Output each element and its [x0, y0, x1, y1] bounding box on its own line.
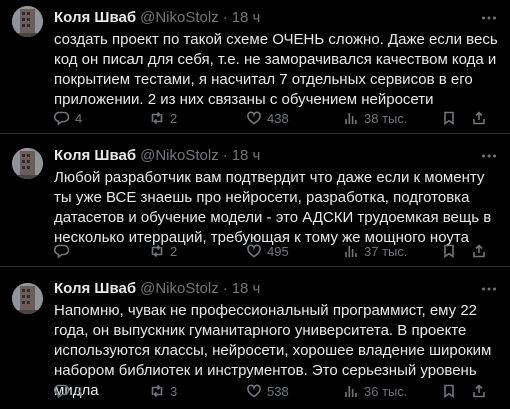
tweet-actions: 4 2 438 38 тыс. — [54, 108, 498, 128]
bookmark-icon — [444, 111, 454, 126]
views-icon — [345, 113, 357, 124]
avatar[interactable] — [12, 6, 43, 37]
bookmark-button[interactable] — [441, 108, 457, 128]
like-count: 438 — [267, 110, 289, 126]
reply-button[interactable]: 4 — [54, 108, 149, 128]
tweet-2[interactable]: Коля Шваб @NikoStolz · 18 ч Любой разраб… — [0, 134, 510, 267]
retweet-button[interactable]: 2 — [149, 241, 246, 261]
tweet-header: Коля Шваб @NikoStolz · 18 ч — [54, 146, 498, 166]
reply-count: 4 — [75, 110, 83, 126]
author-handle[interactable]: @NikoStolz — [140, 146, 219, 166]
separator-dot: · — [222, 9, 228, 26]
retweet-icon — [151, 111, 163, 125]
reply-icon — [54, 384, 70, 399]
reply-icon — [54, 111, 70, 126]
share-button[interactable] — [471, 108, 487, 128]
reply-icon — [54, 244, 70, 259]
retweet-icon — [151, 384, 163, 398]
share-button[interactable] — [471, 381, 487, 401]
like-icon — [247, 244, 261, 258]
timestamp[interactable]: 18 ч — [232, 8, 261, 28]
like-icon — [247, 111, 261, 125]
tweet-header: Коля Шваб @NikoStolz · 18 ч — [54, 8, 498, 28]
share-icon — [473, 384, 485, 398]
share-icon — [473, 111, 485, 125]
views-button[interactable]: 38 тыс. — [343, 108, 441, 128]
tweet-1[interactable]: Коля Шваб @NikoStolz · 18 ч создать прое… — [0, 0, 510, 134]
author-name[interactable]: Коля Шваб — [54, 146, 136, 166]
tweet-feed: Коля Шваб @NikoStolz · 18 ч создать прое… — [0, 0, 510, 409]
tweet-text: создать проект по такой схеме ОЧЕНЬ слож… — [54, 31, 498, 108]
timestamp[interactable]: 18 ч — [232, 146, 261, 166]
more-icon[interactable] — [480, 147, 498, 165]
tweet-header: Коля Шваб @NikoStolz · 18 ч — [54, 279, 498, 299]
author-handle[interactable]: @NikoStolz — [140, 279, 219, 299]
bookmark-icon — [444, 244, 454, 259]
author-name[interactable]: Коля Шваб — [54, 279, 136, 299]
views-button[interactable]: 36 тыс. — [343, 381, 441, 401]
more-icon[interactable] — [480, 280, 498, 298]
tweet-actions: 2 495 37 тыс. — [54, 241, 498, 261]
views-button[interactable]: 37 тыс. — [343, 241, 441, 261]
bookmark-icon — [444, 384, 454, 399]
timestamp[interactable]: 18 ч — [232, 279, 261, 299]
retweet-count: 2 — [170, 243, 178, 259]
retweet-count: 2 — [170, 110, 178, 126]
views-count: 37 тыс. — [364, 243, 408, 259]
like-icon — [247, 384, 261, 398]
retweet-button[interactable]: 3 — [149, 381, 246, 401]
separator-dot: · — [222, 280, 228, 297]
avatar[interactable] — [12, 148, 43, 179]
views-icon — [345, 386, 357, 397]
author-handle[interactable]: @NikoStolz — [140, 8, 219, 28]
avatar[interactable] — [12, 283, 43, 314]
like-count: 538 — [267, 383, 289, 399]
more-icon[interactable] — [480, 9, 498, 27]
bookmark-button[interactable] — [441, 241, 457, 261]
tweet-actions: 3 3 538 36 тыс. — [54, 381, 498, 401]
reply-button[interactable] — [54, 241, 149, 261]
like-button[interactable]: 495 — [246, 241, 343, 261]
share-button[interactable] — [471, 241, 487, 261]
separator-dot: · — [222, 147, 228, 164]
retweet-icon — [151, 244, 163, 258]
reply-count: 3 — [75, 383, 83, 399]
share-icon — [473, 244, 485, 258]
views-count: 38 тыс. — [364, 110, 408, 126]
like-button[interactable]: 538 — [246, 381, 343, 401]
author-name[interactable]: Коля Шваб — [54, 8, 136, 28]
tweet-text: Любой разработчик вам подтвердит что даж… — [54, 169, 492, 246]
like-button[interactable]: 438 — [246, 108, 343, 128]
views-icon — [345, 246, 357, 257]
retweet-button[interactable]: 2 — [149, 108, 246, 128]
like-count: 495 — [267, 243, 289, 259]
bookmark-button[interactable] — [441, 381, 457, 401]
views-count: 36 тыс. — [364, 383, 408, 399]
retweet-count: 3 — [170, 383, 178, 399]
tweet-3[interactable]: Коля Шваб @NikoStolz · 18 ч Напомню, чув… — [0, 267, 510, 409]
reply-button[interactable]: 3 — [54, 381, 149, 401]
